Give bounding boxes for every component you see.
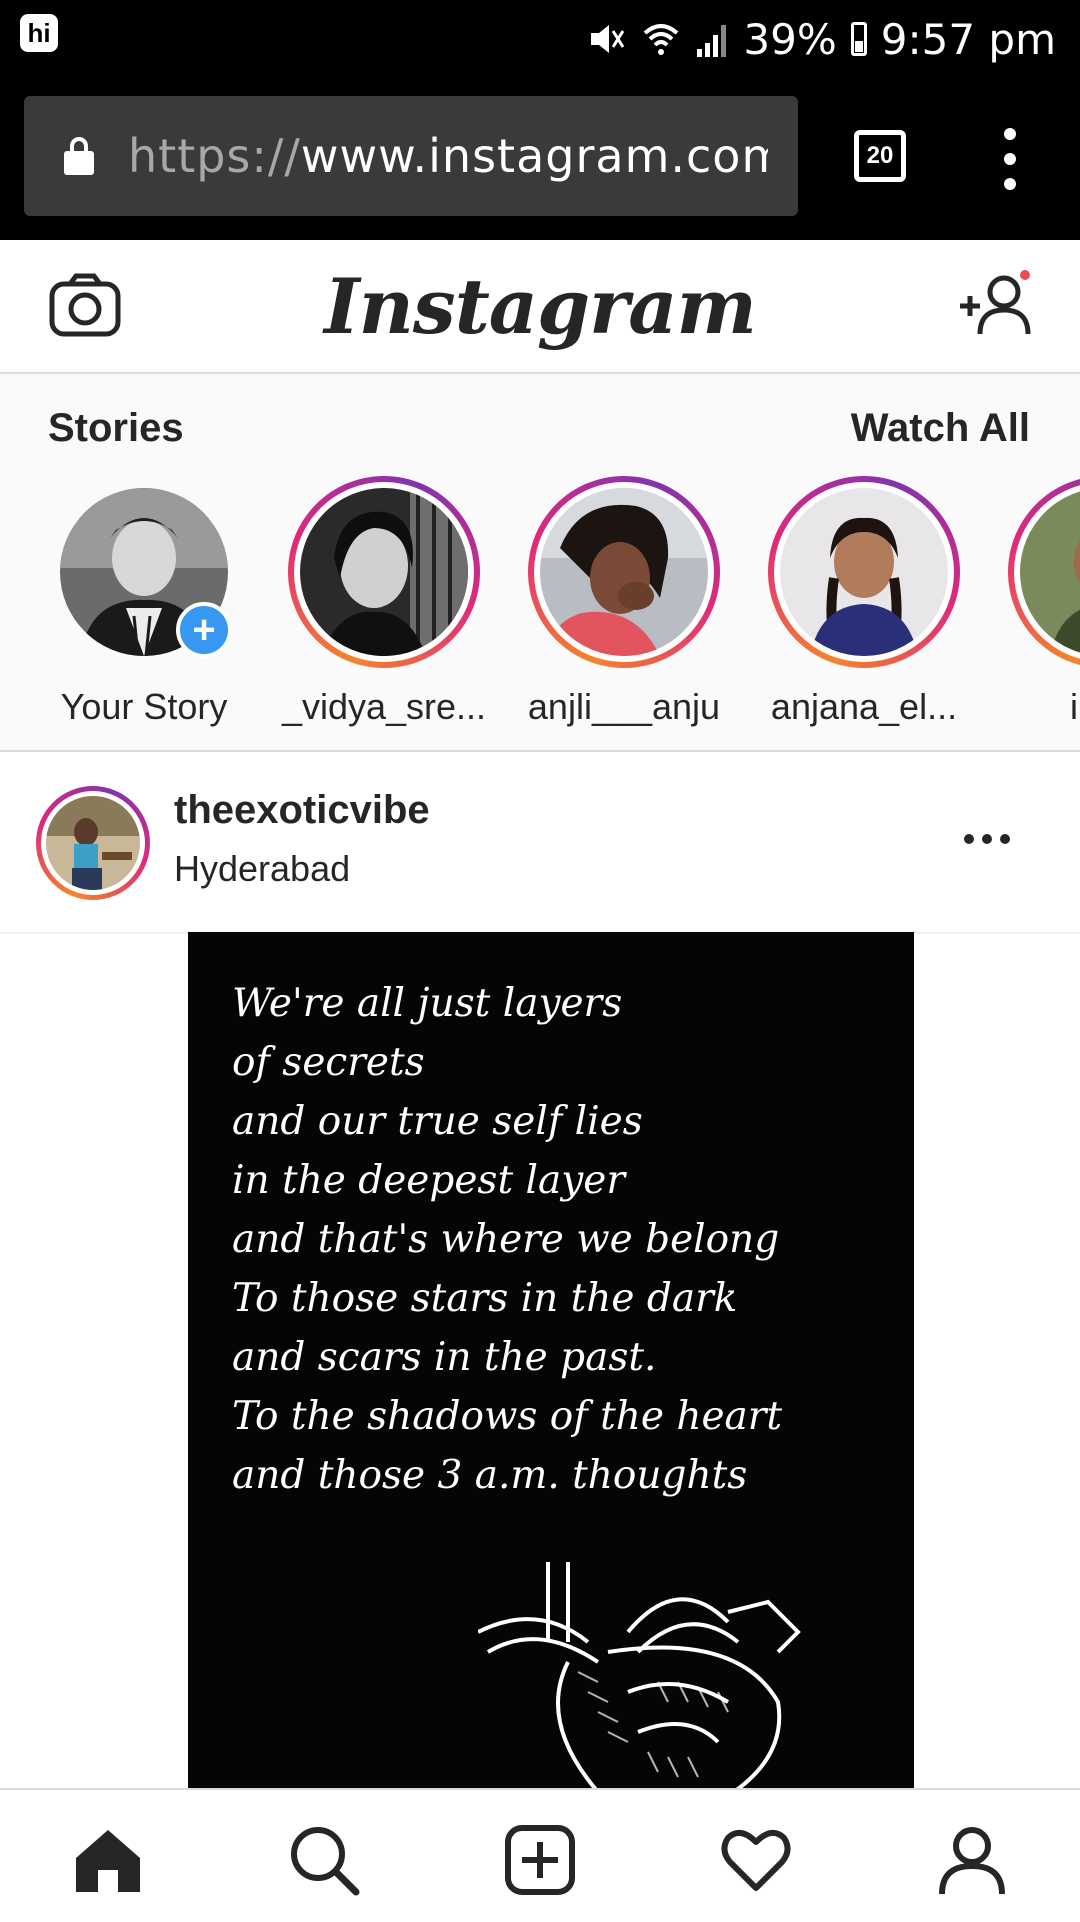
story-avatar: [300, 488, 468, 656]
story-label: _vidya_sre...: [281, 686, 487, 727]
battery-percent: 39%: [743, 14, 837, 64]
story-your-story[interactable]: + Your Story: [34, 476, 254, 728]
poem-line: and that's where we belong: [232, 1217, 780, 1262]
add-story-badge[interactable]: +: [176, 602, 232, 658]
poem-text: We're all just layers of secrets and our…: [232, 974, 782, 1505]
wifi-icon: [644, 24, 679, 55]
mute-icon: [591, 25, 625, 53]
url-text[interactable]: https://www.instagram.com/: [128, 129, 768, 183]
search-icon[interactable]: [284, 1820, 364, 1900]
instagram-header: Instagram: [0, 240, 1080, 374]
activity-heart-icon[interactable]: [716, 1820, 796, 1900]
poem-line: To those stars in the dark: [232, 1276, 738, 1321]
poem-line: of secrets: [232, 1040, 425, 1085]
story-label: anjli___anju: [527, 686, 721, 727]
poem-line: We're all just layers: [232, 981, 623, 1026]
clock: 9:57 pm: [880, 14, 1056, 64]
signal-icon: [697, 25, 727, 57]
bottom-navigation: [0, 1788, 1080, 1922]
add-person-icon[interactable]: [958, 272, 1034, 336]
instagram-logo[interactable]: Instagram: [0, 262, 1080, 351]
profile-icon[interactable]: [932, 1820, 1012, 1900]
new-post-icon[interactable]: [500, 1820, 580, 1900]
story-avatar: [540, 488, 708, 656]
hike-app-icon: hi: [20, 14, 58, 52]
story-avatar: [780, 488, 948, 656]
address-bar[interactable]: https://www.instagram.com/: [24, 96, 798, 216]
home-icon[interactable]: [68, 1820, 148, 1900]
post-header: theexoticvibe Hyderabad: [0, 752, 1080, 934]
post-location[interactable]: Hyderabad: [174, 848, 350, 890]
stories-tray: Stories Watch All + Your Story _vidya_sr…: [0, 374, 1080, 752]
story-label: Your Story: [60, 686, 228, 727]
lock-icon: [64, 137, 94, 175]
post-username[interactable]: theexoticvibe: [174, 788, 430, 833]
poem-line: and scars in the past.: [232, 1335, 657, 1380]
tab-switcher-button[interactable]: 20: [854, 130, 906, 182]
post-image[interactable]: We're all just layers of secrets and our…: [188, 932, 914, 1788]
story-label: indh: [1069, 686, 1080, 727]
notification-dot: [1020, 270, 1030, 280]
story-item[interactable]: _vidya_sre...: [274, 476, 494, 728]
anatomical-heart-drawing: [478, 1562, 801, 1788]
browser-menu-icon[interactable]: [1000, 128, 1020, 190]
post-author-avatar[interactable]: [36, 786, 150, 900]
story-label: anjana_el...: [770, 686, 958, 727]
story-avatar: [1020, 488, 1080, 656]
more-options-icon[interactable]: [964, 834, 1010, 844]
story-item[interactable]: indh: [994, 476, 1080, 728]
stories-title: Stories: [48, 406, 184, 450]
battery-icon: [850, 22, 867, 56]
poem-line: and our true self lies: [232, 1099, 643, 1144]
status-indicators: 39% 9:57 pm: [587, 8, 1056, 70]
story-item[interactable]: anjana_el...: [754, 476, 974, 728]
story-item[interactable]: anjli___anju: [514, 476, 734, 728]
poem-line: To the shadows of the heart: [232, 1394, 783, 1439]
browser-toolbar: https://www.instagram.com/ 20: [0, 78, 1080, 240]
watch-all-button[interactable]: Watch All: [851, 406, 1030, 451]
url-scheme: https://: [128, 129, 301, 183]
status-bar: hi 39% 9:57 pm: [0, 0, 1080, 78]
url-host: www.instagram.com/: [300, 129, 768, 183]
poem-line: in the deepest layer: [232, 1158, 625, 1203]
poem-line: and those 3 a.m. thoughts: [232, 1453, 748, 1498]
